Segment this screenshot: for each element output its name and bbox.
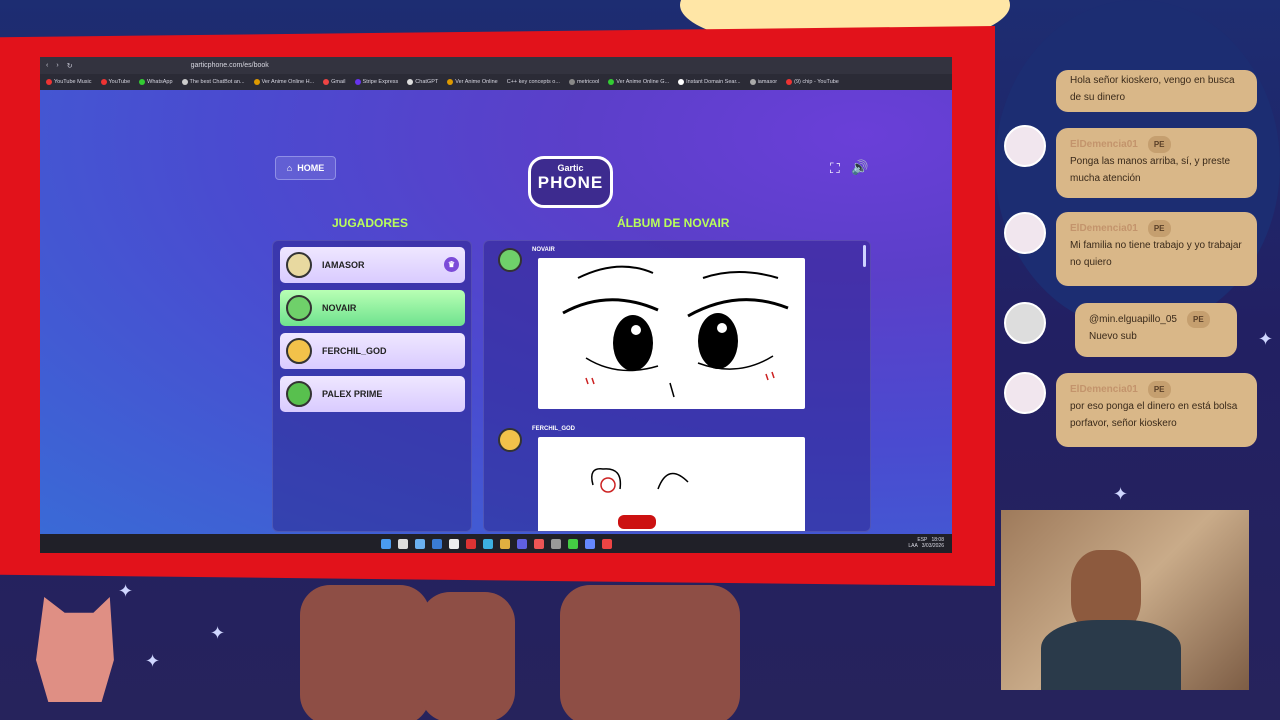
bookmark[interactable]: WhatsApp [139, 79, 173, 85]
home-icon: ⌂ [286, 163, 293, 173]
avatar [286, 381, 312, 407]
bookmark[interactable]: Ver Anime Online G... [608, 79, 669, 85]
chat-message: @min.elguapillo_05 PE Nuevo sub [1075, 303, 1237, 357]
avatar [1004, 212, 1046, 254]
address-bar[interactable]: garticphone.com/es/book [191, 62, 269, 69]
avatar [1004, 302, 1046, 344]
browser-toolbar: ‹ › ↻ garticphone.com/es/book [40, 57, 952, 74]
file-icon[interactable] [448, 538, 459, 549]
drawing-canvas [538, 258, 805, 409]
player-row[interactable]: FERCHIL_GOD [280, 333, 465, 369]
chat-message: ElDemencia01 PE por eso ponga el dinero e… [1056, 373, 1257, 447]
streamer-body [1041, 620, 1181, 690]
bookmark[interactable]: Ver Anime Online H... [253, 79, 314, 85]
avatar [1004, 372, 1046, 414]
forward-icon[interactable]: › [56, 62, 58, 69]
gartic-page: ⌂ HOME Gartic PHONE ⛶ 🔊 JUGADORES ÁLBUM … [40, 90, 952, 534]
reload-icon[interactable]: ↻ [67, 62, 73, 70]
fullscreen-icon[interactable]: ⛶ [830, 160, 840, 177]
drawing-face-sketch [591, 468, 689, 529]
star-icon: ✦ [1258, 329, 1274, 349]
drawing-face-eyes [562, 265, 789, 398]
star-icon: ✦ [1113, 484, 1129, 504]
album-title: ÁLBUM DE NOVAIR [617, 216, 730, 230]
brave-icon[interactable] [533, 538, 544, 549]
bookmark[interactable]: YouTube Music [46, 79, 92, 85]
hand-decoration [420, 592, 515, 720]
album-entry-author: NOVAIR [532, 247, 555, 253]
start-icon[interactable] [380, 538, 391, 549]
app-icon[interactable] [601, 538, 612, 549]
crown-icon: ♛ [444, 257, 459, 272]
bookmarks-bar: YouTube Music YouTube WhatsApp The best … [40, 74, 952, 90]
app-icon[interactable] [550, 538, 561, 549]
avatar [1004, 125, 1046, 167]
avatar [498, 428, 522, 452]
vscode-icon[interactable] [431, 538, 442, 549]
cat-mascot-decoration [36, 597, 114, 702]
hand-decoration [300, 585, 430, 720]
album-panel: NOVAIR FERCHIL_GOD [483, 240, 871, 532]
bookmark[interactable]: ChatGPT [407, 79, 438, 85]
scrollbar[interactable] [863, 245, 866, 267]
gartic-phone-logo: Gartic PHONE [528, 156, 613, 208]
avatar [286, 338, 312, 364]
star-icon: ✦ [145, 651, 161, 671]
avatar [286, 295, 312, 321]
bookmark[interactable]: Instant Domain Sear... [678, 79, 741, 85]
bookmark[interactable]: Ver Anime Online [447, 79, 498, 85]
windows-taskbar: ESP 18:08 LAA 3/03/2026 [40, 534, 952, 553]
star-icon: ✦ [210, 623, 226, 643]
star-icon: ✦ [118, 581, 134, 601]
chat-message: Hola señor kioskero, vengo en busca de s… [1056, 70, 1257, 112]
volume-icon[interactable]: 🔊 [851, 159, 868, 176]
system-tray: ESP 18:08 LAA 3/03/2026 [908, 537, 944, 549]
player-row[interactable]: NOVAIR [280, 290, 465, 326]
player-row[interactable]: PALEX PRIME [280, 376, 465, 412]
app-icon[interactable] [584, 538, 595, 549]
bookmark[interactable]: (9) chip - YouTube [786, 79, 839, 85]
bookmark[interactable]: metricool [568, 79, 599, 85]
bookmark[interactable]: Gmail [323, 79, 346, 85]
home-button[interactable]: ⌂ HOME [275, 156, 336, 180]
chat-message: ElDemencia01 PE Mi familia no tiene traba… [1056, 212, 1257, 286]
back-icon[interactable]: ‹ [46, 62, 48, 69]
edge-icon[interactable] [482, 538, 493, 549]
drawing-canvas [538, 437, 805, 531]
bookmark[interactable]: C++ key concepts o... [507, 79, 560, 85]
players-panel: IAMASOR ♛ NOVAIR FERCHIL_GOD PALEX PRIME [272, 240, 472, 532]
album-entry-author: FERCHIL_GOD [532, 426, 576, 432]
bookmark[interactable]: iamasor [749, 79, 777, 85]
bookmark[interactable]: The best ChatBot an... [181, 79, 245, 85]
player-row[interactable]: IAMASOR ♛ [280, 247, 465, 283]
app-icon[interactable] [465, 538, 476, 549]
hand-decoration [560, 585, 740, 720]
bookmark[interactable]: YouTube [100, 79, 130, 85]
discord-icon[interactable] [516, 538, 527, 549]
bookmark[interactable]: Stripe Express [354, 79, 398, 85]
search-icon[interactable] [397, 538, 408, 549]
folder-icon[interactable] [499, 538, 510, 549]
chat-message: ElDemencia01 PE Ponga las manos arriba, s… [1056, 128, 1257, 198]
app-icon[interactable] [414, 538, 425, 549]
app-icon[interactable] [567, 538, 578, 549]
avatar [286, 252, 312, 278]
players-title: JUGADORES [332, 216, 409, 230]
browser-window: ‹ › ↻ garticphone.com/es/book YouTube Mu… [40, 57, 952, 553]
avatar [498, 248, 522, 272]
webcam-feed [1001, 510, 1249, 690]
